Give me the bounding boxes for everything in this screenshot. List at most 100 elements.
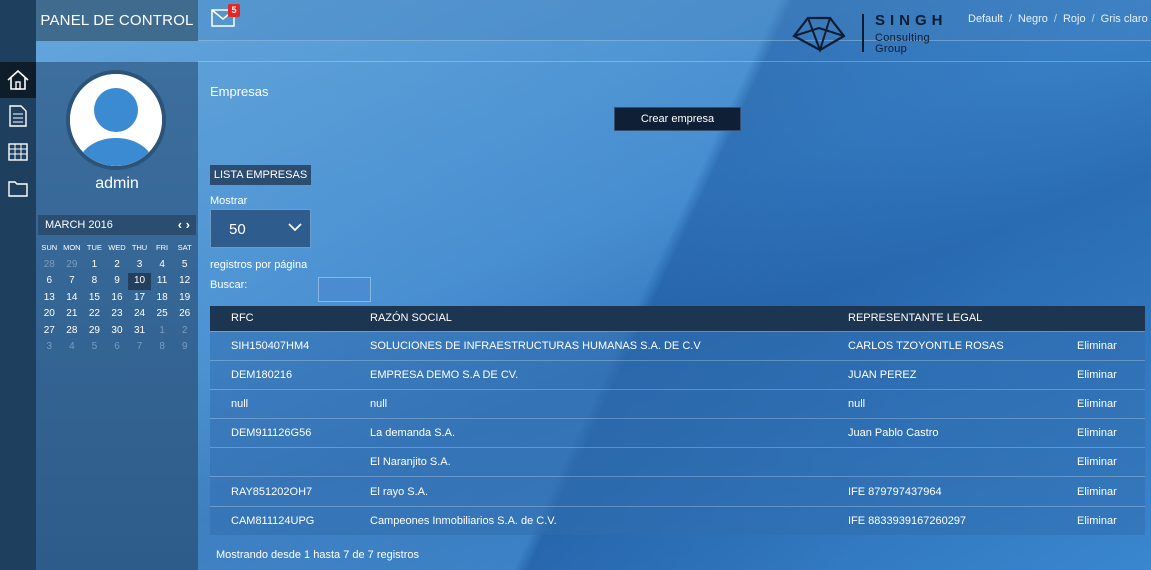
nav-table-button[interactable] (0, 134, 36, 170)
calendar-day[interactable]: 28 (38, 257, 61, 274)
calendar-day[interactable]: 8 (83, 273, 106, 290)
calendar-day[interactable]: 28 (61, 323, 84, 340)
tab-list-companies[interactable]: LISTA EMPRESAS (210, 165, 311, 185)
page-title: Empresas (210, 84, 269, 99)
nav-documents-button[interactable] (0, 98, 36, 134)
calendar-day[interactable]: 25 (151, 306, 174, 323)
calendar-day[interactable]: 24 (128, 306, 151, 323)
theme-gris-claro-link[interactable]: Gris claro (1101, 13, 1148, 25)
nav-home-button[interactable] (0, 62, 36, 98)
table-header-row: RFC RAZÓN SOCIAL REPRESENTANTE LEGAL (210, 306, 1145, 331)
page-size-value: 50 (229, 221, 246, 238)
cell-razon-social: La demanda S.A. (370, 427, 456, 440)
separator: / (1053, 13, 1057, 25)
calendar-day[interactable]: 29 (83, 323, 106, 340)
calendar-day[interactable]: 15 (83, 290, 106, 307)
calendar-day[interactable]: 27 (38, 323, 61, 340)
calendar-day[interactable]: 6 (106, 339, 129, 356)
calendar-week: 27 28 29 30 31 1 2 (38, 323, 196, 340)
delete-link[interactable]: Eliminar (1056, 419, 1145, 448)
calendar-day[interactable]: 1 (83, 257, 106, 274)
calendar-day[interactable]: 1 (151, 323, 174, 340)
delete-link[interactable]: Eliminar (1056, 360, 1145, 389)
page-size-select[interactable]: 50 (210, 209, 311, 248)
chevron-left-icon[interactable]: ‹ (178, 217, 182, 232)
calendar-day[interactable]: 4 (61, 339, 84, 356)
calendar-day[interactable]: 7 (128, 339, 151, 356)
calendar-day[interactable]: 19 (173, 290, 196, 307)
separator: / (1008, 13, 1012, 25)
calendar-day[interactable]: 30 (106, 323, 129, 340)
chevron-right-icon[interactable]: › (186, 217, 190, 232)
nav-folder-button[interactable] (0, 170, 36, 206)
calendar-day[interactable]: 2 (173, 323, 196, 340)
calendar-day[interactable]: 23 (106, 306, 129, 323)
calendar-weekday-row: SUN MON TUE WED THU FRI SAT (38, 240, 196, 257)
brand-name: SINGH (875, 12, 948, 29)
calendar-day[interactable]: 13 (38, 290, 61, 307)
home-icon (7, 70, 29, 90)
calendar-day[interactable]: 16 (106, 290, 129, 307)
calendar-day[interactable]: 7 (61, 273, 84, 290)
delete-link[interactable]: Eliminar (1056, 506, 1145, 535)
cell-razon-social: null (370, 397, 388, 410)
column-header-razon-social[interactable]: RAZÓN SOCIAL (349, 306, 827, 331)
cell-rfc: RAY851202OH7 (231, 485, 313, 498)
grid-icon (8, 143, 28, 161)
header-divider (198, 61, 1151, 62)
calendar-week: 28 29 1 2 3 4 5 (38, 257, 196, 274)
calendar-month: MARCH 2016 (45, 219, 113, 231)
theme-negro-link[interactable]: Negro (1018, 13, 1048, 25)
delete-link[interactable]: Eliminar (1056, 448, 1145, 477)
calendar-nav: ‹ › (178, 215, 190, 235)
delete-link[interactable]: Eliminar (1056, 331, 1145, 360)
calendar-weekday: TUE (86, 243, 102, 252)
calendar-day[interactable]: 10 (128, 273, 151, 290)
calendar-day[interactable]: 31 (128, 323, 151, 340)
calendar-day[interactable]: 3 (128, 257, 151, 274)
cell-representante: Juan Pablo Castro (848, 427, 939, 440)
avatar[interactable] (66, 70, 166, 170)
calendar-day[interactable]: 12 (173, 273, 196, 290)
calendar-day[interactable]: 6 (38, 273, 61, 290)
cell-representante: IFE 8833939167260297 (848, 514, 967, 527)
calendar-day[interactable]: 20 (38, 306, 61, 323)
calendar-day[interactable]: 5 (83, 339, 106, 356)
cell-representante: IFE 879797437964 (848, 485, 942, 498)
cell-rfc (210, 448, 349, 477)
calendar-day[interactable]: 9 (106, 273, 129, 290)
username: admin (95, 175, 139, 192)
icon-strip (0, 0, 36, 570)
calendar-day[interactable]: 22 (83, 306, 106, 323)
calendar-day[interactable]: 8 (151, 339, 174, 356)
column-header-representante[interactable]: REPRESENTANTE LEGAL (827, 306, 1056, 331)
calendar-week: 3456789 (38, 339, 196, 356)
column-header-rfc[interactable]: RFC (210, 306, 349, 331)
table-row: SIH150407HM4 SOLUCIONES DE INFRAESTRUCTUR… (210, 331, 1145, 361)
brand-logo-icon (792, 16, 846, 54)
calendar-day[interactable]: 11 (151, 273, 174, 290)
cell-razon-social: EMPRESA DEMO S.A DE CV. (370, 368, 519, 381)
calendar-day[interactable]: 17 (128, 290, 151, 307)
calendar-day[interactable]: 3 (38, 339, 61, 356)
calendar-day[interactable]: 21 (61, 306, 84, 323)
table-info: Mostrando desde 1 hasta 7 de 7 registros (216, 549, 420, 561)
calendar-day[interactable]: 5 (173, 257, 196, 274)
delete-link[interactable]: Eliminar (1056, 389, 1145, 418)
separator: / (1091, 13, 1095, 25)
create-company-button[interactable]: Crear empresa (614, 107, 741, 131)
cell-rfc: null (231, 397, 249, 410)
calendar-day[interactable]: 18 (151, 290, 174, 307)
calendar-day[interactable]: 9 (173, 339, 196, 356)
calendar-day[interactable]: 26 (173, 306, 196, 323)
theme-rojo-link[interactable]: Rojo (1063, 13, 1086, 25)
calendar-day[interactable]: 2 (106, 257, 129, 274)
calendar-grid: SUN MON TUE WED THU FRI SAT 28 29 1 2 3 4 5 6 7 8 9 10 11 12… (38, 240, 196, 356)
delete-link[interactable]: Eliminar (1056, 477, 1145, 506)
user-silhouette-icon (70, 74, 162, 166)
calendar-day[interactable]: 4 (151, 257, 174, 274)
calendar-day[interactable]: 14 (61, 290, 84, 307)
calendar-day[interactable]: 29 (61, 257, 84, 274)
theme-default-link[interactable]: Default (968, 13, 1003, 25)
search-input[interactable] (318, 277, 371, 302)
